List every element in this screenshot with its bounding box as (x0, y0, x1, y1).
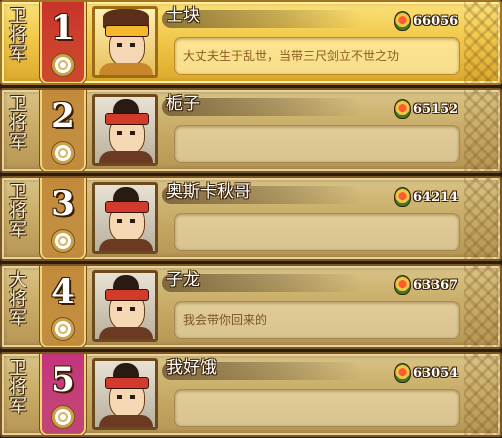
player-name[interactable]: 士块 (166, 5, 200, 27)
combat-power-value: 66056 (413, 13, 459, 29)
combat-power-value: 64214 (413, 189, 459, 205)
headband-icon (105, 289, 149, 301)
combat-power: 63367 (394, 274, 458, 296)
rank-number: 3 (51, 184, 75, 224)
rank-number: 5 (51, 360, 75, 400)
avatar[interactable] (92, 6, 158, 78)
combat-power: 64214 (394, 186, 458, 208)
motto-box: 大丈夫生于乱世，当带三尺剑立不世之功 (174, 37, 460, 75)
player-name[interactable]: 奥斯卡秋哥 (166, 181, 251, 203)
player-name[interactable]: 我好饿 (166, 357, 217, 379)
swirl-emblem-icon (52, 54, 74, 76)
leaderboard-row[interactable]: 卫将军 5 我好饿 63054 (0, 352, 502, 437)
rank-number: 4 (51, 272, 75, 312)
headband-icon (105, 201, 149, 213)
leaderboard-row[interactable]: 卫将军 2 栀子 65152 (0, 88, 502, 173)
motto-box (174, 125, 460, 163)
rank-title: 卫将军 (6, 94, 27, 151)
rank-title: 卫将军 (6, 182, 27, 239)
motto-box (174, 213, 460, 251)
armor-icon (99, 151, 153, 163)
leaderboard-list: 卫将军 1 士块 66056 大丈夫生于乱世，当带三尺剑立不世之功 卫将军 2 栀子 65152… (0, 0, 502, 438)
combat-power: 66056 (394, 10, 458, 32)
headband-icon (105, 25, 149, 37)
swirl-emblem-icon (52, 318, 74, 340)
rank-banner: 3 (42, 178, 84, 258)
avatar[interactable] (92, 182, 158, 254)
swirl-emblem-icon (52, 406, 74, 428)
eyes-icon (117, 219, 135, 223)
armor-icon (99, 327, 153, 339)
rank-number: 1 (51, 8, 75, 48)
motto-box (174, 389, 460, 427)
rank-title: 卫将军 (6, 6, 27, 63)
rank-title: 卫将军 (6, 358, 27, 415)
rank-banner: 1 (42, 2, 84, 82)
power-shield-icon (394, 363, 411, 383)
leaderboard-row[interactable]: 卫将军 1 士块 66056 大丈夫生于乱世，当带三尺剑立不世之功 (0, 0, 502, 85)
headband-icon (105, 113, 149, 125)
rank-banner: 5 (42, 354, 84, 434)
power-shield-icon (394, 99, 411, 119)
rank-banner: 4 (42, 266, 84, 346)
combat-power-value: 65152 (413, 101, 459, 117)
combat-power-value: 63054 (413, 365, 459, 381)
combat-power: 63054 (394, 362, 458, 384)
rank-title: 大将军 (6, 270, 27, 327)
armor-icon (99, 239, 153, 251)
motto-box: 我会带你回来的 (174, 301, 460, 339)
eyes-icon (117, 395, 135, 399)
leaderboard-row[interactable]: 卫将军 3 奥斯卡秋哥 64214 (0, 176, 502, 261)
leaderboard-row[interactable]: 大将军 4 子龙 63367 我会带你回来的 (0, 264, 502, 349)
headband-icon (105, 377, 149, 389)
swirl-emblem-icon (52, 230, 74, 252)
armor-icon (99, 415, 153, 427)
eyes-icon (117, 43, 135, 47)
player-name[interactable]: 子龙 (166, 269, 200, 291)
combat-power: 65152 (394, 98, 458, 120)
avatar[interactable] (92, 270, 158, 342)
eyes-icon (117, 131, 135, 135)
player-name[interactable]: 栀子 (166, 93, 200, 115)
armor-icon (99, 63, 153, 75)
power-shield-icon (394, 275, 411, 295)
power-shield-icon (394, 11, 411, 31)
power-shield-icon (394, 187, 411, 207)
avatar[interactable] (92, 358, 158, 430)
eyes-icon (117, 307, 135, 311)
swirl-emblem-icon (52, 142, 74, 164)
rank-banner: 2 (42, 90, 84, 170)
combat-power-value: 63367 (413, 277, 459, 293)
avatar[interactable] (92, 94, 158, 166)
rank-number: 2 (51, 96, 75, 136)
